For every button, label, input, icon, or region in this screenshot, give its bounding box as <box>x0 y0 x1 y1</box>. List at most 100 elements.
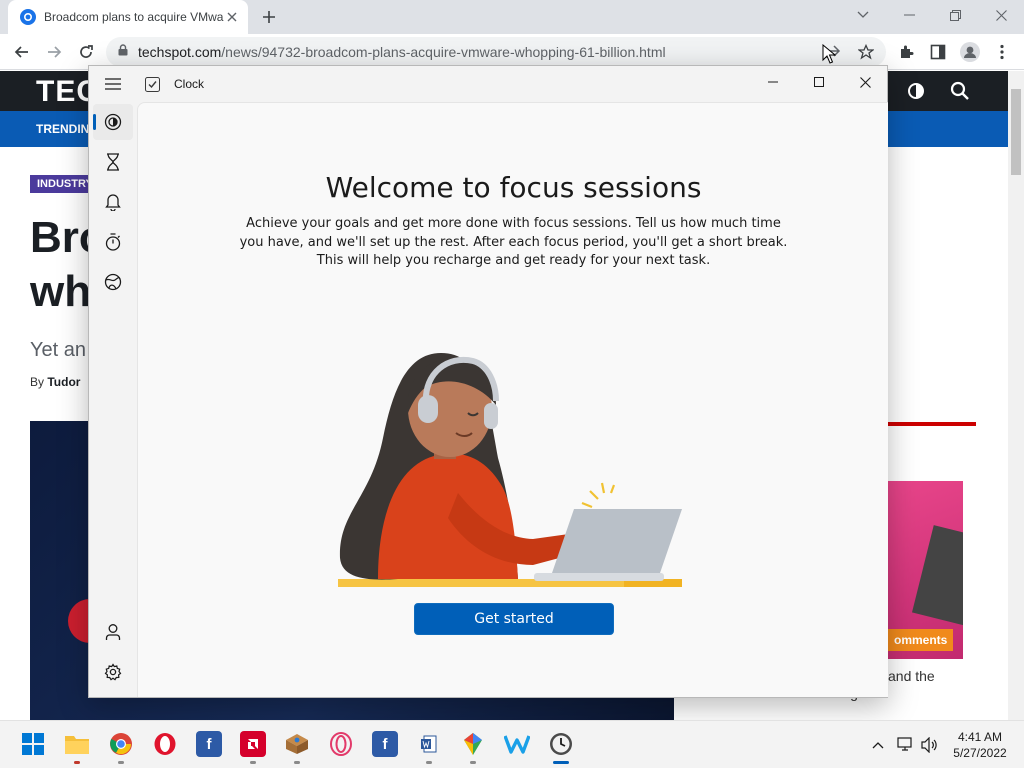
bell-icon <box>105 194 121 211</box>
taskbar-color-app[interactable] <box>460 731 486 757</box>
w-logo-icon <box>504 735 530 754</box>
taskbar-package-app[interactable] <box>284 731 310 757</box>
headphone-right <box>484 403 498 429</box>
tab-close-icon[interactable] <box>224 9 240 25</box>
nav-stopwatch[interactable] <box>93 224 133 260</box>
taskbar-indicator <box>118 761 124 764</box>
browser-menu-icon[interactable] <box>990 40 1014 64</box>
nav-focus-sessions[interactable] <box>93 104 133 140</box>
focus-sessions-page: Welcome to focus sessions Achieve your g… <box>137 102 888 697</box>
document-app-icon <box>421 735 437 753</box>
trending-label[interactable]: TRENDIN <box>36 122 89 136</box>
comments-badge[interactable]: omments <box>888 629 954 651</box>
get-started-button[interactable]: Get started <box>414 603 614 635</box>
dark-mode-icon[interactable] <box>906 81 926 101</box>
url-host: techspot.com <box>138 44 222 60</box>
clock-maximize-button[interactable] <box>796 66 842 98</box>
system-time: 4:41 AM <box>957 730 1003 744</box>
mouse-cursor-icon <box>822 44 836 64</box>
clock-minimize-button[interactable] <box>750 66 796 98</box>
globe-icon <box>104 273 122 291</box>
new-tab-button[interactable] <box>258 6 280 28</box>
nav-settings[interactable] <box>93 654 133 690</box>
address-bar[interactable]: techspot.com/news/94732-broadcom-plans-a… <box>106 37 886 67</box>
browser-tabstrip: Broadcom plans to acquire VMware <box>0 0 1024 34</box>
sidebar-story-caption[interactable]: and the <box>888 668 935 684</box>
taskbar-opera[interactable] <box>152 731 178 757</box>
browser-restore-button[interactable] <box>932 0 978 30</box>
browser-close-button[interactable] <box>978 0 1024 30</box>
clock-close-button[interactable] <box>842 66 888 98</box>
package-icon <box>286 734 308 754</box>
clock-app-icon <box>145 77 160 92</box>
chrome-icon <box>110 733 132 755</box>
taskbar-indicator <box>250 761 256 764</box>
back-icon[interactable] <box>10 40 34 64</box>
taskbar-wix-app[interactable] <box>504 731 530 757</box>
hamburger-menu-icon[interactable] <box>93 66 133 102</box>
hourglass-icon <box>107 153 119 171</box>
site-favicon-icon <box>20 9 36 25</box>
taskbar-indicator <box>294 761 300 764</box>
browser-tab[interactable]: Broadcom plans to acquire VMware <box>8 0 248 34</box>
facebook-icon: f <box>382 735 388 753</box>
article-byline: By Tudor <box>30 375 80 389</box>
tab-search-icon[interactable] <box>840 0 886 30</box>
taskbar-amd-app[interactable] <box>240 731 266 757</box>
profile-avatar-icon[interactable] <box>958 40 982 64</box>
taskbar-file-explorer[interactable] <box>64 731 90 757</box>
taskbar-facebook-2[interactable]: f <box>372 731 398 757</box>
clock-titlebar[interactable]: Clock <box>89 66 887 102</box>
nav-world-clock[interactable] <box>93 264 133 300</box>
taskbar-chrome[interactable] <box>108 731 134 757</box>
url-path: /news/94732-broadcom-plans-acquire-vmwar… <box>221 44 666 60</box>
opera-gx-icon <box>330 732 352 756</box>
gear-icon <box>104 663 122 681</box>
page-description: Achieve your goals and get more done wit… <box>239 216 788 268</box>
facebook-icon: f <box>206 735 212 753</box>
page-title: Welcome to focus sessions <box>325 171 702 204</box>
tab-title: Broadcom plans to acquire VMware <box>44 10 224 24</box>
site-search-icon[interactable] <box>950 81 970 101</box>
stopwatch-icon <box>105 233 121 251</box>
system-clock[interactable]: 4:41 AM 5/27/2022 <box>944 729 1016 761</box>
volume-icon[interactable] <box>920 735 940 755</box>
opera-icon <box>154 733 176 755</box>
taskbar-word-app[interactable] <box>416 731 442 757</box>
lock-icon[interactable] <box>118 43 128 61</box>
show-hidden-icons-chevron-icon[interactable] <box>868 735 888 755</box>
headphone-left <box>418 395 438 423</box>
forward-icon[interactable] <box>42 40 66 64</box>
extensions-puzzle-icon[interactable] <box>894 40 918 64</box>
taskbar-active-indicator <box>553 761 569 764</box>
start-button[interactable] <box>20 731 46 757</box>
nav-timer[interactable] <box>93 144 133 180</box>
taskbar: f f 4:41 AM 5/27/2022 <box>0 720 1024 768</box>
taskbar-opera-gx[interactable] <box>328 731 354 757</box>
laptop-base <box>534 573 664 581</box>
clock-app-window: Clock Welcome to focus sessions Achieve … <box>88 65 888 698</box>
taskbar-clock-app[interactable] <box>548 731 574 757</box>
bookmark-star-icon[interactable] <box>854 40 878 64</box>
reload-icon[interactable] <box>74 40 98 64</box>
windows-logo-icon <box>22 733 44 755</box>
taskbar-facebook[interactable]: f <box>196 731 222 757</box>
browser-minimize-button[interactable] <box>886 0 932 30</box>
palette-icon <box>464 733 482 755</box>
clock-nav-rail <box>89 66 137 697</box>
nav-alarm[interactable] <box>93 184 133 220</box>
scrollbar-thumb[interactable] <box>1011 89 1021 175</box>
nav-account[interactable] <box>93 614 133 650</box>
person-icon <box>105 624 121 640</box>
focus-illustration <box>338 353 682 587</box>
amd-logo-icon <box>248 739 258 749</box>
byline-prefix: By <box>30 375 48 389</box>
author-link[interactable]: Tudor <box>47 375 80 389</box>
laptop-screen <box>552 509 682 573</box>
taskbar-indicator <box>74 761 80 764</box>
network-icon[interactable] <box>896 735 916 755</box>
taskbar-indicator <box>470 761 476 764</box>
page-scrollbar[interactable] <box>1008 71 1024 720</box>
focus-sessions-icon <box>104 113 122 131</box>
side-panel-icon[interactable] <box>926 40 950 64</box>
